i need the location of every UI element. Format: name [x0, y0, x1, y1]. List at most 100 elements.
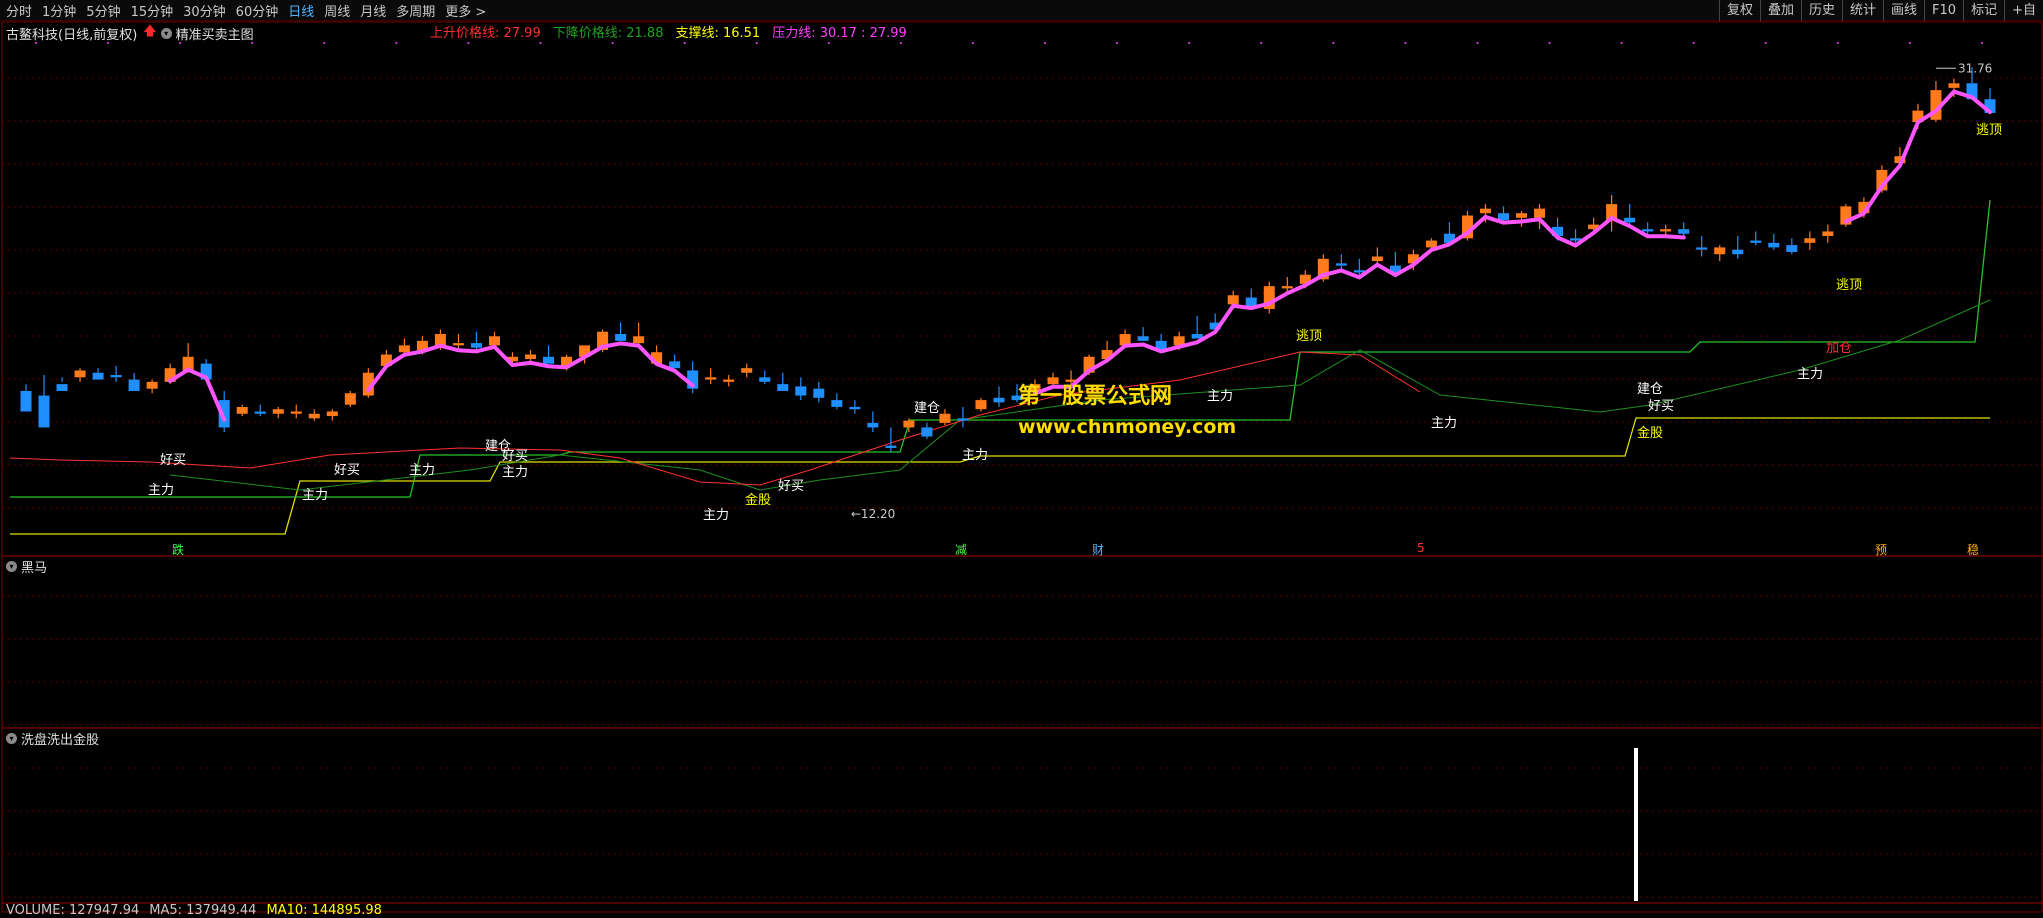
signal-label: 好买 [1648, 399, 1675, 414]
candle-body [1516, 213, 1528, 218]
watermark-title: 第一股票公式网 [1018, 384, 1173, 409]
candle-body [488, 336, 500, 346]
collapse-icon[interactable]: ▾ [160, 27, 172, 39]
collapse-icon[interactable]: ▾ [6, 561, 17, 572]
chart-frame [1, 21, 2043, 913]
top-dot [1692, 42, 1695, 44]
top-dot [611, 42, 614, 44]
candle-body [723, 379, 735, 382]
pane2-title: ▾ 黑马 [6, 557, 47, 576]
indicator-legend: 上升价格线: 27.99 下降价格线: 21.88 支撑线: 16.51 压力线: 3… [430, 22, 919, 41]
signal-label: 建仓 [1637, 382, 1664, 397]
pane3-name[interactable]: 洗盘洗出金股 [21, 729, 99, 748]
stop-line [10, 199, 1991, 498]
top-dot [1188, 42, 1191, 44]
candle-body [344, 393, 356, 405]
up-arrow-icon: 🡅 [143, 24, 157, 39]
candle-body [254, 411, 266, 414]
signal-label: 金股 [745, 493, 772, 508]
signal-label: 主力 [302, 488, 329, 503]
watermark-url: www.chnmoney.com [1018, 416, 1237, 438]
low-label: ←12.20 [851, 507, 895, 521]
candle-body [1660, 229, 1672, 232]
candle-body [146, 381, 158, 389]
candle-body [867, 422, 879, 428]
candle-body [470, 343, 482, 348]
candle-body [741, 368, 753, 373]
candle-body [615, 334, 627, 341]
signal-label: 好买 [778, 479, 805, 494]
signal-label: 主力 [1797, 367, 1824, 382]
main-pane-title: 古鳌科技(日线,前复权) 🡅 ▾ 精准买卖主图 [6, 22, 254, 44]
candle-body [957, 418, 969, 421]
top-dot [1764, 42, 1767, 44]
top-dot [1980, 42, 1983, 44]
candle-body [1281, 286, 1293, 289]
candle-body [56, 384, 68, 391]
candle-body [795, 386, 807, 396]
top-dot [467, 42, 470, 44]
candle-body [921, 427, 933, 437]
volume-stat-1: MA5: 137949.44 [149, 903, 257, 918]
candle-body [1425, 240, 1437, 248]
kline-chart[interactable]: 31.76 ←12.20 [0, 0, 2043, 913]
signal-label: 加仓 [1826, 341, 1853, 356]
signal-label: 主力 [148, 483, 175, 498]
support-line [10, 417, 1990, 535]
candle-body [38, 395, 50, 428]
candle-body [272, 409, 284, 414]
candle-body [1624, 217, 1636, 223]
candle-body [452, 343, 464, 346]
candle-body [398, 345, 410, 353]
candle-body [290, 411, 302, 414]
pane2-name[interactable]: 黑马 [21, 557, 47, 576]
signal-label: 主力 [962, 448, 989, 463]
candle-body [1353, 270, 1365, 273]
top-dot [755, 42, 758, 44]
candle-body [1678, 229, 1690, 234]
collapse-icon[interactable]: ▾ [6, 733, 17, 744]
indicator-name[interactable]: 精准买卖主图 [176, 24, 254, 43]
bottom-mark: 预 [1875, 543, 1888, 557]
top-dot [539, 42, 542, 44]
candle-body [1534, 208, 1546, 218]
candle-body [1642, 229, 1654, 232]
candle-body [705, 377, 717, 380]
top-dot [323, 42, 326, 44]
candle-body [1786, 245, 1798, 252]
legend-item-1: 下降价格线: 21.88 [552, 26, 664, 41]
high-label: 31.76 [1958, 61, 1992, 75]
candle-body [1822, 231, 1834, 236]
top-dot [1548, 42, 1551, 44]
top-dot [1044, 42, 1047, 44]
candle-body [1948, 83, 1960, 88]
stock-name: 古鳌科技(日线,前复权) [6, 27, 138, 43]
top-dot [1116, 42, 1119, 44]
candle-body [669, 361, 681, 369]
candle-body [308, 413, 320, 419]
candle-body [1479, 208, 1491, 214]
candle-body [1227, 295, 1239, 305]
candle-body [74, 370, 86, 378]
candle-body [326, 411, 338, 417]
pane3-title: ▾ 洗盘洗出金股 [6, 729, 99, 748]
bottom-mark: 跌 [172, 543, 185, 557]
signal-label: 主力 [409, 463, 436, 478]
candle-body [633, 336, 645, 344]
candle-body [1714, 247, 1726, 255]
candle-body [831, 400, 843, 407]
bottom-mark: 稳 [1967, 543, 1980, 557]
top-dot [1620, 42, 1623, 44]
candle-body [92, 372, 104, 380]
candle-body [1750, 240, 1762, 243]
top-dot [971, 42, 974, 44]
top-dot [899, 42, 902, 44]
signal-label: 建仓 [914, 401, 941, 416]
candle-body [903, 420, 915, 428]
signal-label: 主力 [1207, 389, 1234, 404]
candle-body [1804, 238, 1816, 243]
bottom-mark: 财 [1092, 543, 1105, 557]
candle-body [849, 406, 861, 410]
signal-label: 好买 [160, 453, 187, 468]
legend-item-0: 上升价格线: 27.99 [430, 26, 541, 41]
